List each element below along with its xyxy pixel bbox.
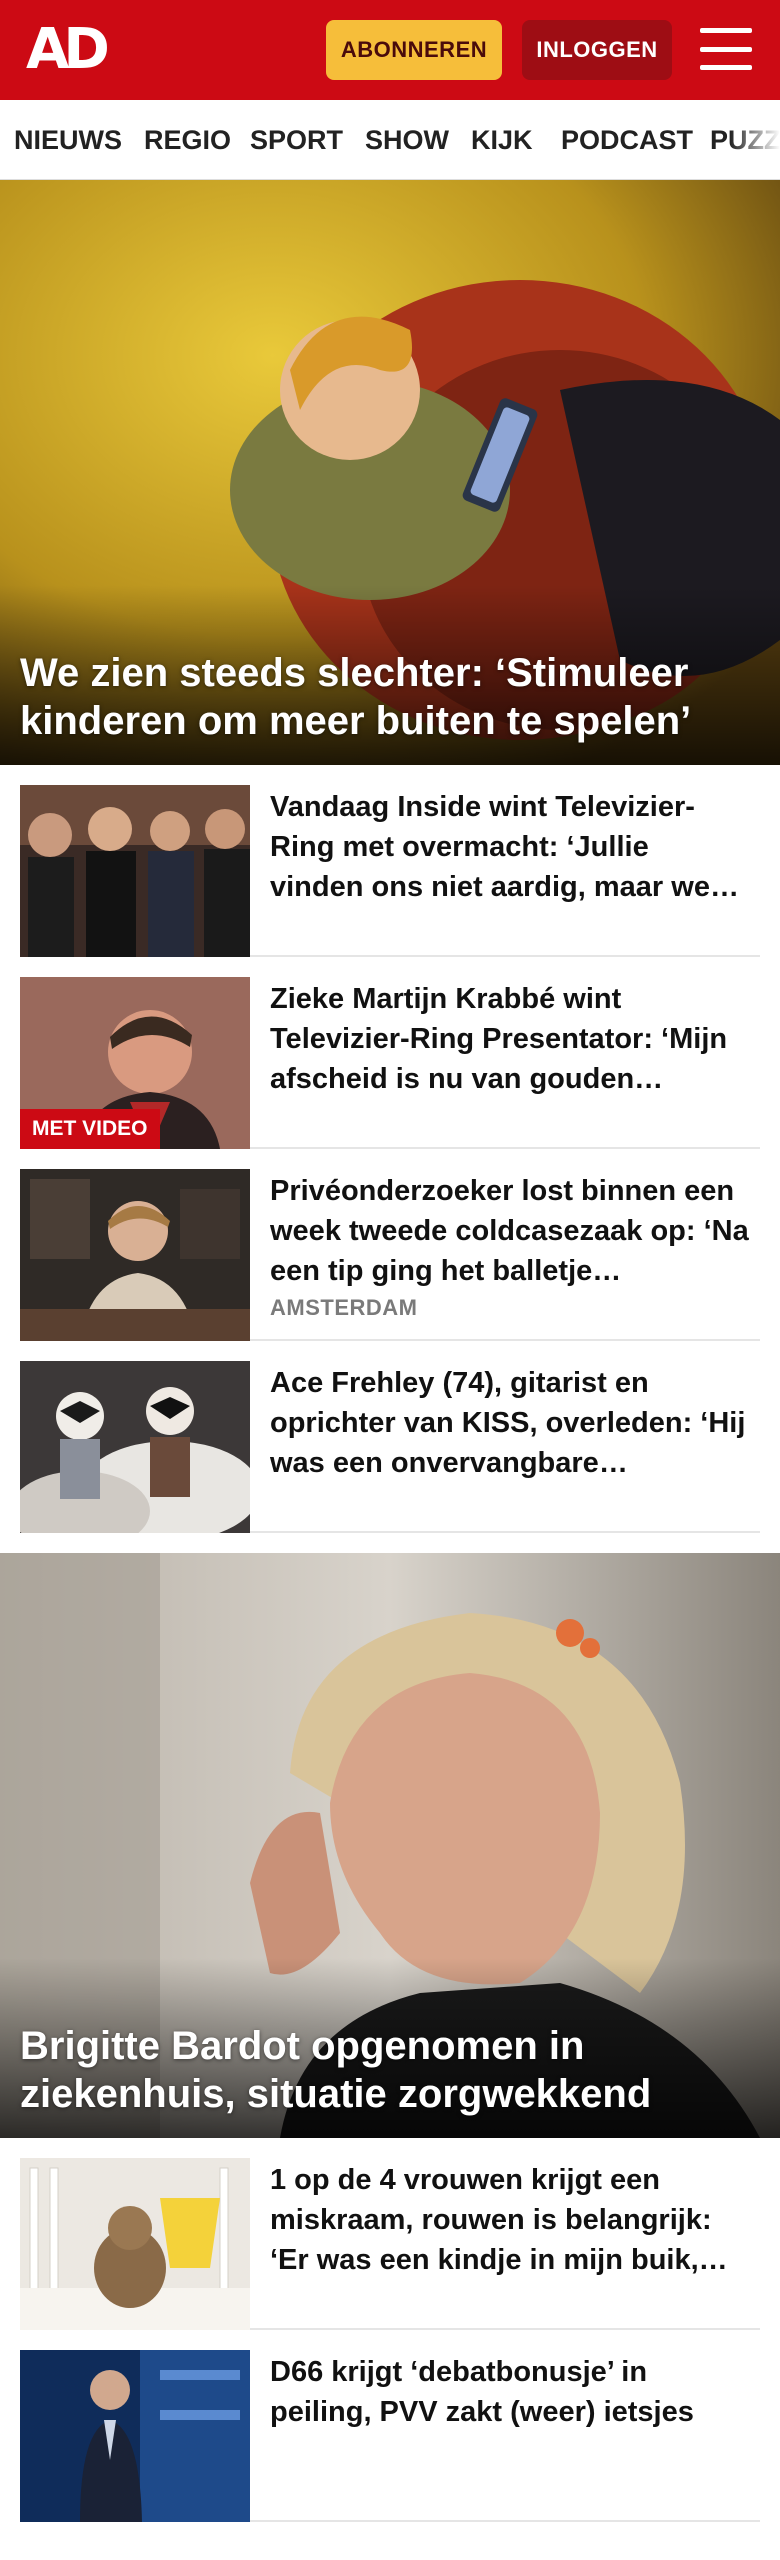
article-headline[interactable]: D66 krijgt ‘debatbonusje’ in peiling, PV…	[270, 2352, 750, 2432]
nav-item-regio[interactable]: REGIO	[144, 122, 231, 158]
nav-scroll-fade	[730, 100, 780, 179]
list-item[interactable]: D66 krijgt ‘debatbonusje’ in peiling, PV…	[20, 2330, 760, 2522]
hero-article-1[interactable]: We zien steeds slechter: ‘Stimuleer kind…	[0, 180, 780, 765]
nav-item-show[interactable]: SHOW	[365, 122, 449, 158]
nav-item-kijk[interactable]: KIJK	[471, 122, 533, 158]
hero-article-2[interactable]: Brigitte Bardot opgenomen in ziekenhuis,…	[0, 1553, 780, 2138]
menu-bar	[700, 46, 752, 52]
article-headline[interactable]: Ace Frehley (74), gitarist en oprichter …	[270, 1363, 750, 1483]
article-headline[interactable]: Privéonderzoeker lost binnen een week tw…	[270, 1171, 750, 1291]
subscribe-button[interactable]: ABONNEREN	[326, 20, 502, 80]
login-button[interactable]: INLOGGEN	[522, 20, 672, 80]
hero-headline[interactable]: We zien steeds slechter: ‘Stimuleer kind…	[20, 649, 760, 745]
article-headline[interactable]: 1 op de 4 vrouwen krijgt een miskraam, r…	[270, 2160, 750, 2280]
list-item[interactable]: Ace Frehley (74), gitarist en oprichter …	[20, 1341, 760, 1533]
ad-logo[interactable]: AD	[26, 22, 110, 78]
menu-bar	[700, 65, 752, 70]
list-item[interactable]: Vandaag Inside wint Televizier-Ring met …	[20, 765, 760, 957]
article-location: AMSTERDAM	[270, 1295, 418, 1320]
article-thumbnail	[20, 2158, 250, 2330]
article-thumbnail: MET VIDEO	[20, 977, 250, 1149]
nav-item-sport[interactable]: SPORT	[250, 122, 343, 158]
nav-item-nieuws[interactable]: NIEUWS	[14, 122, 122, 158]
hero-headline[interactable]: Brigitte Bardot opgenomen in ziekenhuis,…	[20, 2022, 760, 2118]
article-thumbnail	[20, 785, 250, 957]
article-thumbnail	[20, 1169, 250, 1341]
section-nav: NIEUWS REGIO SPORT SHOW KIJK PODCAST PUZ…	[0, 100, 780, 180]
menu-bar	[700, 28, 752, 33]
hamburger-menu-icon[interactable]	[700, 26, 752, 72]
list-item[interactable]: MET VIDEO Zieke Martijn Krabbé wint Tele…	[20, 957, 760, 1149]
article-headline[interactable]: Zieke Martijn Krabbé wint Televizier-Rin…	[270, 979, 750, 1099]
article-thumbnail	[20, 2350, 250, 2522]
list-item[interactable]: Privéonderzoeker lost binnen een week tw…	[20, 1149, 760, 1341]
list-item[interactable]: 1 op de 4 vrouwen krijgt een miskraam, r…	[20, 2138, 760, 2330]
article-headline[interactable]: Vandaag Inside wint Televizier-Ring met …	[270, 787, 750, 907]
nav-item-podcast[interactable]: PODCAST	[561, 122, 693, 158]
video-badge: MET VIDEO	[20, 1109, 160, 1149]
site-header: AD ABONNEREN INLOGGEN	[0, 0, 780, 100]
article-thumbnail	[20, 1361, 250, 1533]
